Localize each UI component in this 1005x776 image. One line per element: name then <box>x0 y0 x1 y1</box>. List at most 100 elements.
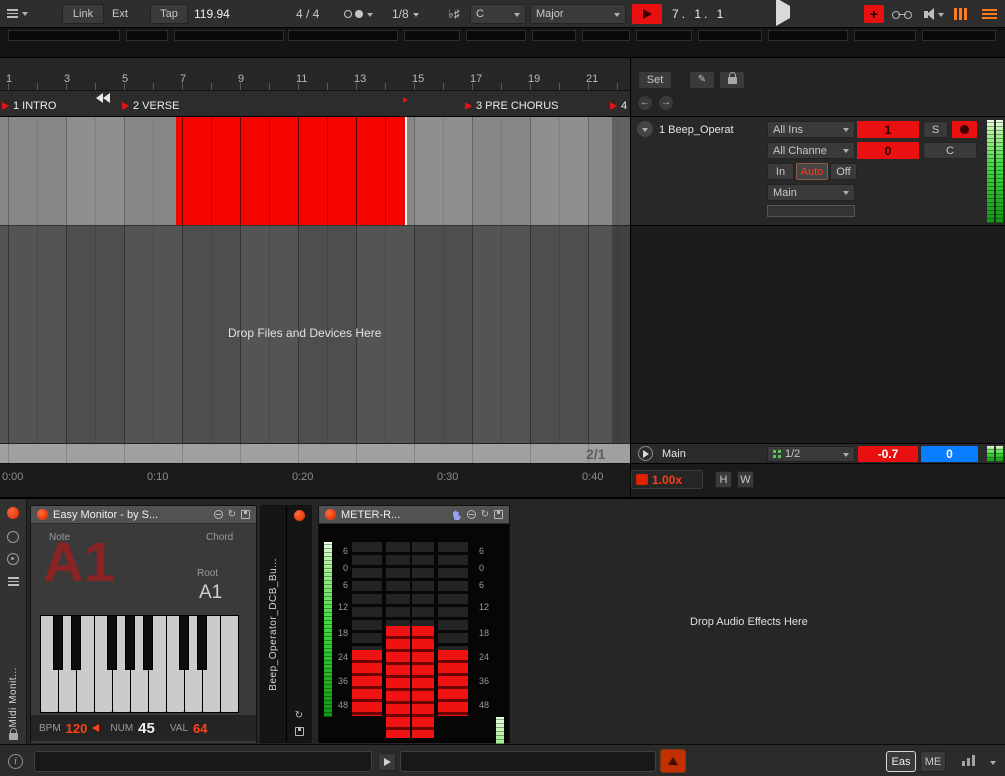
piano-key[interactable] <box>221 616 238 712</box>
input-type-select[interactable]: All Ins <box>767 121 855 138</box>
hot-swap-icon[interactable]: ↻ <box>481 509 489 520</box>
main-play-button[interactable] <box>638 446 653 461</box>
piano-key-black[interactable] <box>125 615 135 670</box>
volume-field[interactable]: 0 <box>857 142 919 159</box>
locator-pre-chorus[interactable]: 3 PRE CHORUS <box>465 100 559 112</box>
track-lane[interactable] <box>0 117 630 226</box>
clip-end-marker[interactable] <box>403 94 408 106</box>
status-input-left[interactable] <box>34 751 372 772</box>
track-fold-button[interactable] <box>637 121 653 137</box>
status-input-right[interactable] <box>400 751 656 772</box>
arrangement-position-display[interactable]: 7. 1. 1 <box>672 4 726 24</box>
next-locator-button[interactable]: → <box>658 95 674 111</box>
input-channel-select[interactable]: All Channe <box>767 142 855 159</box>
preview-volume[interactable] <box>924 8 944 20</box>
root-note-select[interactable]: C <box>470 4 526 24</box>
device-power-button[interactable] <box>37 509 48 520</box>
piano-key-black[interactable] <box>71 615 81 670</box>
locator-intro[interactable]: 1 INTRO <box>2 100 56 112</box>
hot-swap-icon[interactable]: ↻ <box>295 711 303 721</box>
device-title-bar[interactable]: Easy Monitor - by S... ↻ <box>31 506 256 524</box>
main-track-lane[interactable]: 2/1 <box>0 443 630 464</box>
save-preset-icon[interactable] <box>241 510 250 519</box>
control-chooser[interactable] <box>7 7 28 20</box>
lock-icon[interactable] <box>8 728 18 740</box>
overdub-button[interactable]: + <box>864 5 884 23</box>
unfold-icon[interactable] <box>213 510 223 519</box>
device-track-name[interactable]: Midi Monit... <box>8 596 19 727</box>
map-hand-icon[interactable] <box>451 509 462 521</box>
monitor-off-button[interactable]: Off <box>830 163 857 180</box>
loop-length-display[interactable]: 2/1 <box>586 446 605 462</box>
loop-start-marker[interactable] <box>96 93 110 103</box>
track-name[interactable]: 1 Beep_Operat <box>659 124 734 136</box>
device-power-button[interactable] <box>293 510 305 521</box>
crossfade-button[interactable]: C <box>923 142 977 159</box>
key-scale-toggle[interactable]: ♭♯ <box>448 4 460 24</box>
arrangement-drop-area[interactable]: Drop Files and Devices Here <box>0 226 630 443</box>
midi-clip[interactable] <box>176 117 406 225</box>
num-value[interactable]: 45 <box>138 720 155 737</box>
time-ruler[interactable]: 0:00 0:10 0:20 0:30 0:40 <box>0 464 630 497</box>
piano-key-black[interactable] <box>107 615 117 670</box>
link-button[interactable]: Link <box>62 4 104 24</box>
keyboard[interactable] <box>40 615 239 713</box>
tap-tempo-button[interactable]: Tap <box>150 4 188 24</box>
solo-button[interactable]: S <box>923 121 948 138</box>
time-signature-field[interactable]: 4 / 4 <box>296 4 319 24</box>
tempo-field[interactable]: 119.94 <box>194 4 230 24</box>
main-track-name[interactable]: Main <box>662 448 686 460</box>
me-button[interactable]: ME <box>920 751 946 772</box>
output-select[interactable]: Main <box>767 184 855 201</box>
arrow-left-icon[interactable] <box>92 724 100 732</box>
hot-swap-icon[interactable]: ↻ <box>228 509 236 520</box>
draw-mode-button[interactable]: ✎ <box>689 71 715 89</box>
metronome-toggle[interactable] <box>344 4 373 24</box>
monitor-ring-icon[interactable] <box>7 531 19 543</box>
device-power-button[interactable] <box>325 509 336 520</box>
piano-key-black[interactable] <box>53 615 63 670</box>
chain-list-icon[interactable] <box>7 575 19 588</box>
beat-quantize-select[interactable]: 1/2 <box>767 446 855 462</box>
info-icon[interactable]: i <box>8 754 23 769</box>
warp-marker-button[interactable] <box>660 749 686 773</box>
meter-bars-icon[interactable] <box>962 755 975 766</box>
track-delay-field[interactable] <box>767 205 855 217</box>
piano-key-black[interactable] <box>179 615 189 670</box>
follow-button[interactable] <box>632 4 662 24</box>
hamburger-menu-icon[interactable] <box>982 7 997 21</box>
chevron-down-icon[interactable] <box>990 761 996 768</box>
track-activator[interactable]: 1 <box>857 121 919 138</box>
w-button[interactable]: W <box>737 471 754 488</box>
preview-play-button[interactable] <box>378 753 396 771</box>
piano-key-black[interactable] <box>143 615 153 670</box>
set-locator-button[interactable]: Set <box>638 71 672 89</box>
main-volume-field[interactable]: -0.7 <box>858 446 918 462</box>
save-preset-icon[interactable] <box>494 510 503 519</box>
locator-verse[interactable]: 2 VERSE <box>122 100 179 112</box>
arrangement-overview[interactable] <box>0 28 1005 58</box>
playback-speed-control[interactable]: 1.00x <box>631 470 703 489</box>
ext-button[interactable]: Ext <box>112 4 128 24</box>
prev-locator-button[interactable]: ← <box>637 95 653 111</box>
io-ring-icon[interactable] <box>7 553 19 565</box>
piano-key-black[interactable] <box>197 615 207 670</box>
folded-device[interactable]: Beep_Operator_DCB_Bu... ↻ <box>260 505 312 743</box>
locator-4[interactable]: 4 <box>610 100 627 112</box>
unfold-icon[interactable] <box>466 510 476 519</box>
main-pan-field[interactable]: 0 <box>921 446 978 462</box>
monitor-auto-button[interactable]: Auto <box>796 163 828 180</box>
beat-ruler[interactable]: 1 3 5 7 9 11 13 15 17 19 21 <box>0 58 630 91</box>
save-preset-icon[interactable] <box>294 727 304 736</box>
val-value[interactable]: 64 <box>193 721 207 736</box>
device-title-bar[interactable]: METER-R... ↻ <box>319 506 509 524</box>
arm-button[interactable] <box>952 121 977 138</box>
scale-select[interactable]: Major <box>530 4 626 24</box>
play-button[interactable] <box>776 0 790 26</box>
lock-envelopes-button[interactable] <box>719 71 745 89</box>
bpm-value[interactable]: 120 <box>66 721 88 736</box>
eas-button[interactable]: Eas <box>886 751 916 772</box>
h-button[interactable]: H <box>715 471 732 488</box>
capture-midi-button[interactable] <box>892 9 912 22</box>
monitor-in-button[interactable]: In <box>767 163 794 180</box>
